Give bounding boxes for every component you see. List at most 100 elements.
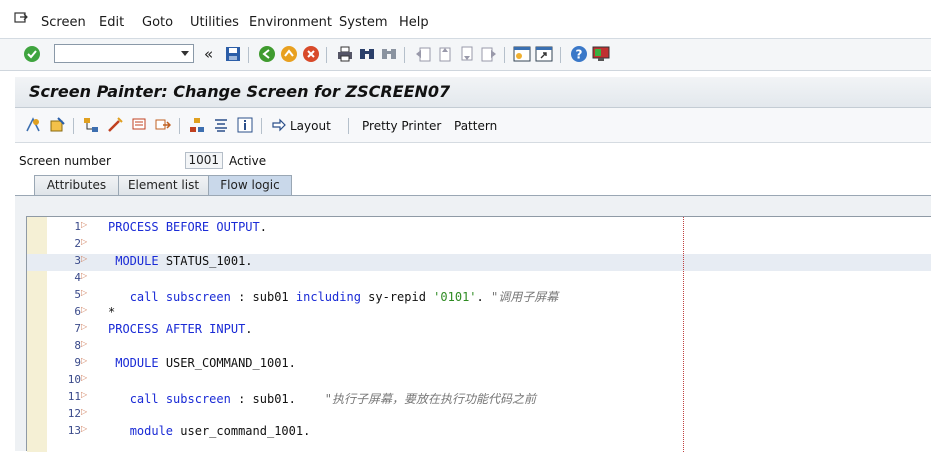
line-marker-icon: ▷ bbox=[81, 237, 88, 246]
screen-number-label: Screen number bbox=[19, 154, 111, 168]
command-field[interactable] bbox=[54, 44, 194, 63]
tab-flow-logic[interactable]: Flow logic bbox=[208, 175, 292, 195]
line-marker-icon: ▷ bbox=[81, 339, 88, 348]
line-number: 12 bbox=[67, 407, 81, 420]
customize-layout-icon[interactable] bbox=[592, 45, 610, 63]
code-text: PROCESS AFTER INPUT. bbox=[108, 322, 253, 336]
line-marker-icon: ▷ bbox=[81, 305, 88, 314]
menu-system[interactable]: System bbox=[339, 15, 387, 30]
line-number: 8 bbox=[74, 339, 81, 352]
line-marker-icon: ▷ bbox=[81, 271, 88, 280]
align-icon[interactable] bbox=[213, 117, 229, 133]
code-line[interactable]: 2 ▷ bbox=[27, 237, 931, 254]
menu-help[interactable]: Help bbox=[399, 15, 429, 30]
pretty-printer-button[interactable]: Pretty Printer bbox=[362, 119, 441, 133]
line-number: 3 bbox=[74, 254, 81, 267]
menu-screen[interactable]: Screen bbox=[41, 15, 86, 30]
check-icon[interactable] bbox=[107, 117, 123, 133]
toolbar-separator bbox=[248, 47, 249, 63]
toolbar-separator bbox=[179, 118, 180, 134]
system-toolbar: « ? bbox=[0, 39, 931, 71]
line-number: 11 bbox=[67, 390, 81, 403]
find-icon[interactable] bbox=[358, 45, 376, 63]
line-number: 7 bbox=[74, 322, 81, 335]
code-text: module user_command_1001. bbox=[129, 424, 311, 438]
right-margin-line bbox=[683, 217, 684, 452]
exit-icon[interactable] bbox=[280, 45, 298, 63]
new-session-icon[interactable] bbox=[513, 45, 531, 63]
next-page-icon[interactable] bbox=[458, 45, 476, 63]
code-text: PROCESS BEFORE OUTPUT. bbox=[108, 220, 267, 234]
object-list-icon[interactable] bbox=[189, 117, 205, 133]
code-line[interactable]: 4 ▷ bbox=[27, 271, 931, 288]
toolbar-separator bbox=[348, 118, 349, 134]
code-line[interactable]: 9 ▷ MODULE USER_COMMAND_1001. bbox=[27, 356, 931, 373]
code-line[interactable]: 1 ▷ PROCESS BEFORE OUTPUT. bbox=[27, 220, 931, 237]
cancel-icon[interactable] bbox=[302, 45, 320, 63]
code-line[interactable]: 10 ▷ bbox=[27, 373, 931, 390]
code-line[interactable]: 11 ▷ call subscreen : sub01. "执行子屏幕，要放在执行… bbox=[27, 390, 931, 407]
code-line[interactable]: 12 ▷ bbox=[27, 407, 931, 424]
line-number: 4 bbox=[74, 271, 81, 284]
menu-icon[interactable] bbox=[14, 12, 28, 24]
code-line[interactable]: 6 ▷ * bbox=[27, 305, 931, 322]
find-next-icon[interactable] bbox=[380, 45, 398, 63]
code-text: MODULE USER_COMMAND_1001. bbox=[115, 356, 296, 370]
other-object-icon[interactable] bbox=[25, 117, 41, 133]
info-icon[interactable] bbox=[237, 117, 253, 133]
print-icon[interactable] bbox=[336, 45, 354, 63]
menu-goto[interactable]: Goto bbox=[142, 15, 173, 30]
hierarchy-icon[interactable] bbox=[83, 117, 99, 133]
code-line[interactable]: 7 ▷ PROCESS AFTER INPUT. bbox=[27, 322, 931, 339]
flow-logic-editor[interactable]: 1 ▷ PROCESS BEFORE OUTPUT. 2 ▷ 3 ▷ MODULE STAT… bbox=[26, 216, 931, 452]
line-marker-icon: ▷ bbox=[81, 220, 88, 229]
where-used-icon[interactable] bbox=[155, 117, 171, 133]
page-title: Screen Painter: Change Screen for ZSCREE… bbox=[29, 82, 451, 101]
line-marker-icon: ▷ bbox=[81, 322, 88, 331]
line-marker-icon: ▷ bbox=[81, 407, 88, 416]
menu-edit[interactable]: Edit bbox=[99, 15, 124, 30]
code-text: call subscreen : sub01 including sy-repi… bbox=[129, 290, 559, 304]
line-marker-icon: ▷ bbox=[81, 424, 88, 433]
enter-icon[interactable] bbox=[23, 45, 41, 63]
pattern-button[interactable]: Pattern bbox=[454, 119, 497, 133]
line-marker-icon: ▷ bbox=[81, 356, 88, 365]
code-line[interactable]: 8 ▷ bbox=[27, 339, 931, 356]
activate-icon[interactable] bbox=[131, 117, 147, 133]
menu-utilities[interactable]: Utilities bbox=[190, 15, 239, 30]
code-line[interactable]: 3 ▷ MODULE STATUS_1001. bbox=[27, 254, 931, 271]
tab-attributes[interactable]: Attributes bbox=[34, 175, 119, 195]
code-text: call subscreen : sub01. "执行子屏幕，要放在执行功能代码… bbox=[129, 392, 537, 406]
last-page-icon[interactable] bbox=[480, 45, 498, 63]
line-marker-icon: ▷ bbox=[81, 254, 88, 263]
tab-element-list[interactable]: Element list bbox=[118, 175, 209, 195]
line-number: 2 bbox=[74, 237, 81, 250]
screen-status: Active bbox=[229, 154, 267, 168]
collapse-icon[interactable]: « bbox=[204, 45, 213, 63]
display-change-icon[interactable] bbox=[49, 117, 65, 133]
code-line[interactable]: 5 ▷ call subscreen : sub01 including sy-r… bbox=[27, 288, 931, 305]
toolbar-separator bbox=[261, 118, 262, 134]
first-page-icon[interactable] bbox=[414, 45, 432, 63]
toolbar-separator bbox=[560, 47, 561, 63]
previous-page-icon[interactable] bbox=[436, 45, 454, 63]
line-number: 5 bbox=[74, 288, 81, 301]
shortcut-icon[interactable] bbox=[535, 45, 553, 63]
line-marker-icon: ▷ bbox=[81, 288, 88, 297]
code-text: * bbox=[108, 305, 116, 319]
back-icon[interactable] bbox=[258, 45, 276, 63]
menu-environment[interactable]: Environment bbox=[249, 15, 332, 30]
code-line[interactable]: 13 ▷ module user_command_1001. bbox=[27, 424, 931, 441]
save-icon[interactable] bbox=[224, 45, 242, 63]
layout-arrow-icon[interactable] bbox=[271, 117, 287, 133]
line-marker-icon: ▷ bbox=[81, 390, 88, 399]
help-icon[interactable]: ? bbox=[570, 45, 588, 63]
layout-button[interactable]: Layout bbox=[290, 119, 331, 133]
line-number: 1 bbox=[74, 220, 81, 233]
code-text: MODULE STATUS_1001. bbox=[115, 254, 253, 268]
line-number: 9 bbox=[74, 356, 81, 369]
screen-number-field: 1001 bbox=[185, 152, 223, 169]
toolbar-separator bbox=[404, 47, 405, 63]
chevron-down-icon[interactable] bbox=[181, 51, 189, 56]
line-marker-icon: ▷ bbox=[81, 373, 88, 382]
